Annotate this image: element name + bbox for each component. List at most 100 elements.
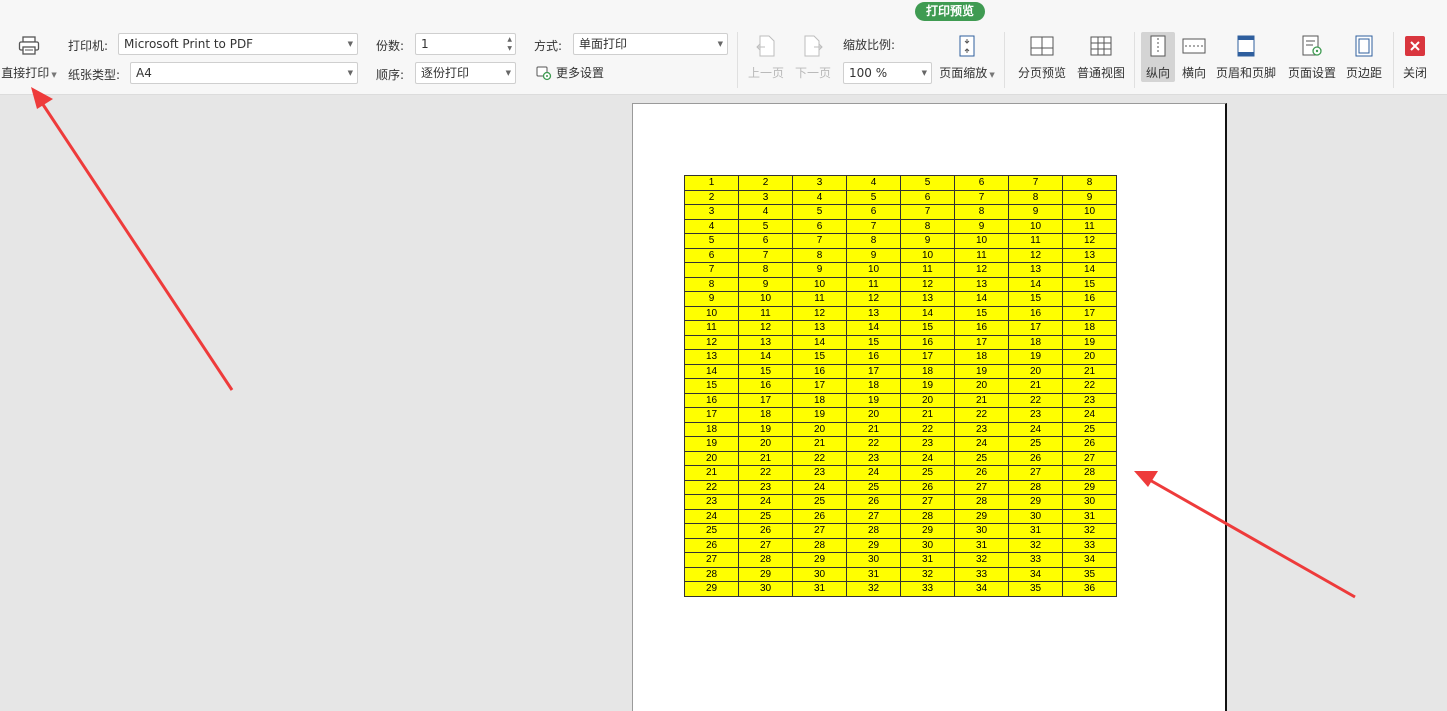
table-cell: 7 (1008, 175, 1063, 191)
copies-input[interactable]: 1 ▲ ▼ (415, 33, 516, 55)
table-cell: 18 (738, 407, 793, 423)
table-row: 7 8 9 10 11 12 13 14 (684, 262, 1117, 278)
zoom-select[interactable]: 100 % ▼ (843, 62, 932, 84)
table-cell: 9 (954, 218, 1009, 234)
table-cell: 35 (1062, 566, 1117, 582)
table-cell: 4 (846, 175, 901, 191)
table-cell: 2 (738, 175, 793, 191)
table-cell: 7 (792, 233, 847, 249)
table-cell: 25 (1062, 421, 1117, 437)
next-page-label: 下一页 (794, 66, 831, 80)
table-row: 14 15 16 17 18 19 20 21 (684, 363, 1117, 379)
prev-page-button[interactable]: 上一页 (746, 34, 786, 81)
table-cell: 23 (1062, 392, 1117, 408)
table-cell: 26 (1062, 436, 1117, 452)
margins-button[interactable]: 页边距 (1343, 34, 1385, 81)
table-cell: 7 (738, 247, 793, 263)
table-cell: 6 (684, 247, 739, 263)
mode-label: 方式: (534, 39, 563, 53)
table-cell: 31 (1008, 523, 1063, 539)
table-cell: 23 (1008, 407, 1063, 423)
table-cell: 28 (1008, 479, 1063, 495)
table-cell: 29 (1062, 479, 1117, 495)
table-row: 6 7 8 9 10 11 12 13 (684, 247, 1117, 263)
table-cell: 8 (846, 233, 901, 249)
table-cell: 19 (954, 363, 1009, 379)
table-cell: 23 (954, 421, 1009, 437)
table-cell: 20 (900, 392, 955, 408)
table-cell: 21 (738, 450, 793, 466)
table-cell: 11 (792, 291, 847, 307)
table-cell: 22 (900, 421, 955, 437)
table-row: 27 28 29 30 31 32 33 34 (684, 552, 1117, 568)
table-cell: 10 (1008, 218, 1063, 234)
table-cell: 24 (792, 479, 847, 495)
separator (1004, 32, 1005, 88)
table-cell: 28 (846, 523, 901, 539)
next-page-button[interactable]: 下一页 (793, 34, 833, 81)
header-footer-button[interactable]: 页眉和页脚 (1213, 34, 1279, 81)
table-row: 12 13 14 15 16 17 18 19 (684, 334, 1117, 350)
table-cell: 32 (846, 581, 901, 597)
table-cell: 18 (684, 421, 739, 437)
mode-select[interactable]: 单面打印 ▼ (573, 33, 728, 55)
table-row: 10 11 12 13 14 15 16 17 (684, 305, 1117, 321)
table-row: 29 30 31 32 33 34 35 36 (684, 581, 1117, 597)
table-cell: 19 (1062, 334, 1117, 350)
portrait-button[interactable]: 纵向 (1141, 34, 1175, 81)
page-break-preview-button[interactable]: 分页预览 (1015, 34, 1069, 81)
table-cell: 28 (954, 494, 1009, 510)
table-cell: 12 (900, 276, 955, 292)
table-cell: 32 (1008, 537, 1063, 553)
table-cell: 15 (954, 305, 1009, 321)
printer-select[interactable]: Microsoft Print to PDF ▼ (118, 33, 358, 55)
table-row: 4 5 6 7 8 9 10 11 (684, 218, 1117, 234)
table-cell: 34 (1008, 566, 1063, 582)
spinner-arrows-icon[interactable]: ▲ ▼ (507, 35, 512, 53)
table-cell: 26 (792, 508, 847, 524)
table-cell: 32 (1062, 523, 1117, 539)
table-cell: 31 (792, 581, 847, 597)
table-row: 16 17 18 19 20 21 22 23 (684, 392, 1117, 408)
paper-select[interactable]: A4 ▼ (130, 62, 358, 84)
print-preview-window: 打印预览 直接打印 ▼ 打印机: Microsoft Print to PDF ▼… (0, 0, 1447, 711)
direct-print-button[interactable]: 直接打印 ▼ (0, 34, 58, 81)
table-cell: 21 (1008, 378, 1063, 394)
normal-view-button[interactable]: 普通视图 (1075, 34, 1127, 81)
print-preview-tab[interactable]: 打印预览 (915, 2, 985, 21)
portrait-icon (1146, 34, 1170, 58)
table-cell: 20 (954, 378, 1009, 394)
table-cell: 17 (954, 334, 1009, 350)
page-zoom-button[interactable]: 页面缩放 ▼ (938, 34, 996, 81)
landscape-button[interactable]: 横向 (1177, 34, 1211, 81)
table-cell: 16 (792, 363, 847, 379)
table-cell: 28 (900, 508, 955, 524)
table-cell: 28 (1062, 465, 1117, 481)
table-cell: 7 (684, 262, 739, 278)
chevron-down-icon: ▼ (505, 69, 511, 77)
table-cell: 4 (738, 204, 793, 220)
close-preview-button[interactable]: 关闭 (1397, 34, 1433, 81)
order-select[interactable]: 逐份打印 ▼ (415, 62, 516, 84)
table-cell: 10 (684, 305, 739, 321)
table-cell: 16 (954, 320, 1009, 336)
table-cell: 29 (738, 566, 793, 582)
table-cell: 26 (900, 479, 955, 495)
table-cell: 20 (738, 436, 793, 452)
table-cell: 33 (1062, 537, 1117, 553)
more-settings-button[interactable]: 更多设置 (536, 64, 604, 81)
page-setup-label: 页面设置 (1287, 66, 1336, 80)
table-cell: 19 (1008, 349, 1063, 365)
table-row: 15 16 17 18 19 20 21 22 (684, 378, 1117, 394)
table-cell: 19 (684, 436, 739, 452)
page-zoom-label: 页面缩放 (939, 66, 988, 80)
table-cell: 26 (1008, 450, 1063, 466)
page-setup-button[interactable]: 页面设置 (1285, 34, 1339, 81)
table-cell: 11 (954, 247, 1009, 263)
table-cell: 34 (1062, 552, 1117, 568)
table-cell: 8 (684, 276, 739, 292)
arrow-to-direct-print (31, 87, 234, 391)
table-cell: 12 (1008, 247, 1063, 263)
table-cell: 26 (738, 523, 793, 539)
table-cell: 28 (738, 552, 793, 568)
